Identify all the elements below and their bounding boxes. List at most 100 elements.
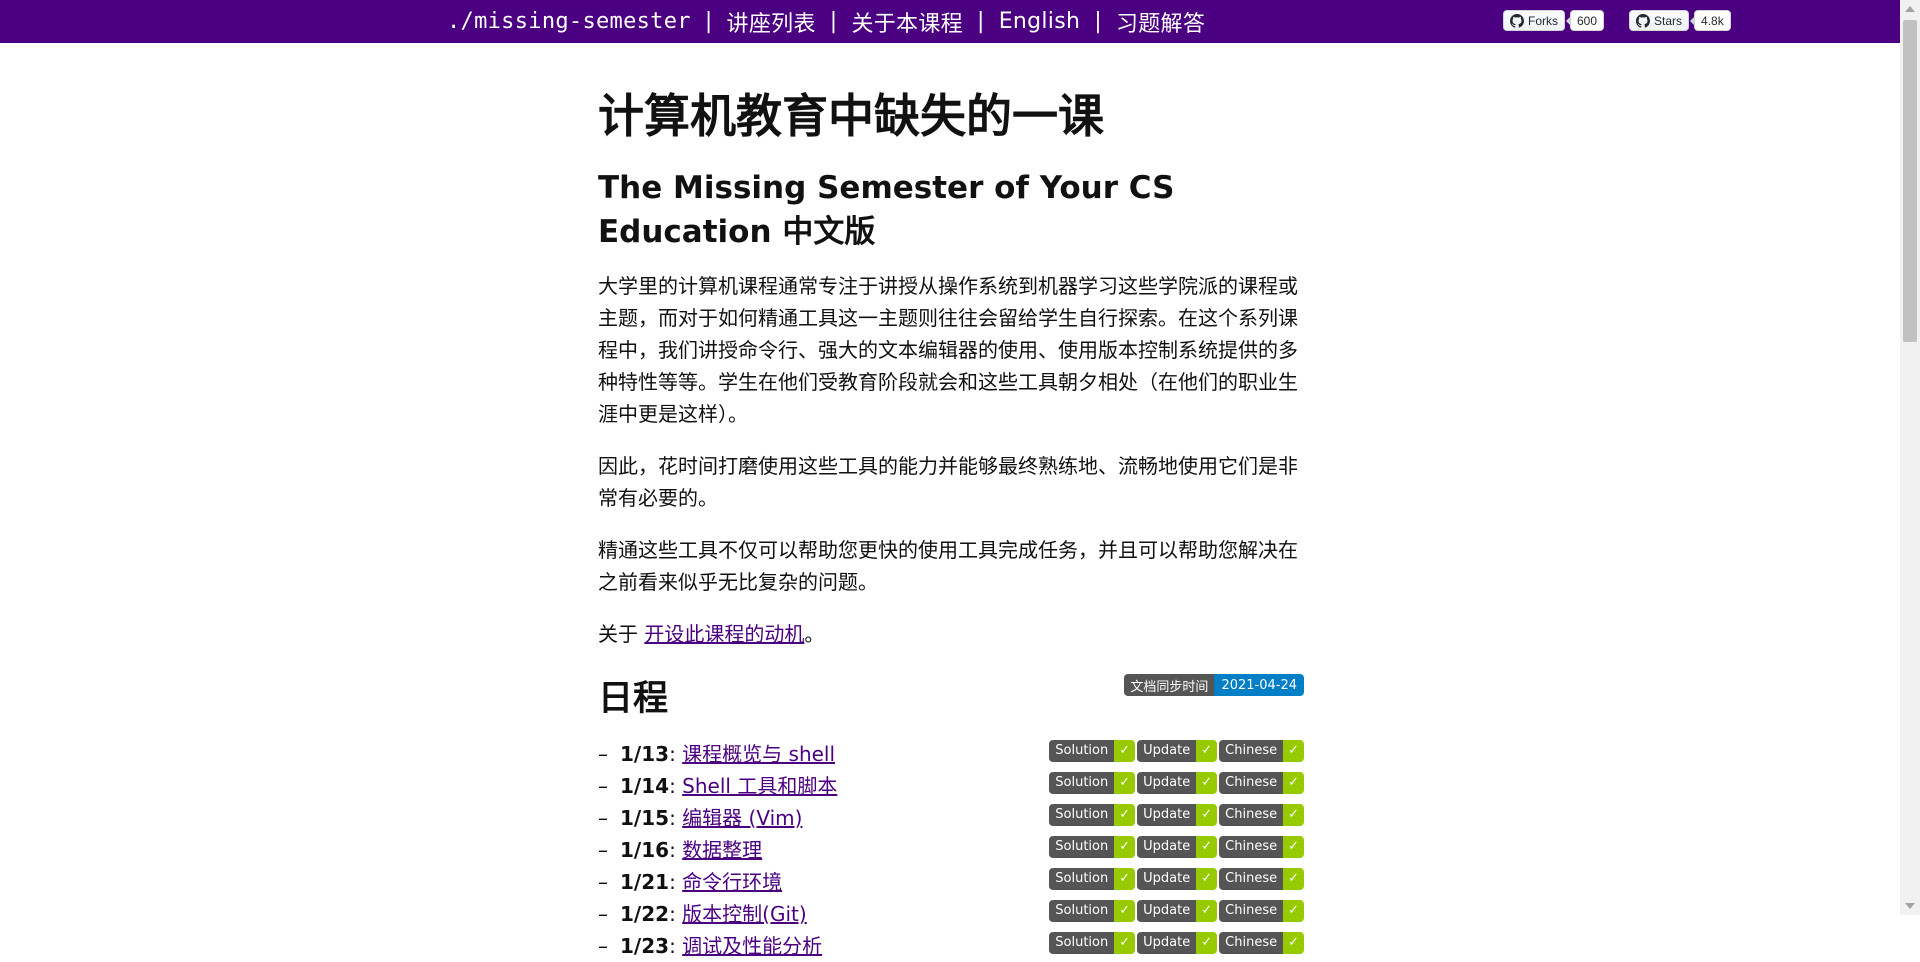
- check-icon: ✓: [1283, 804, 1304, 826]
- lecture-row: –1/13: 课程概览与 shell Solution ✓ Update ✓ Chines…: [598, 738, 1304, 770]
- lecture-date-separator: :: [669, 742, 683, 766]
- nav-lectures-link[interactable]: 讲座列表: [727, 6, 816, 38]
- check-icon: ✓: [1283, 868, 1304, 890]
- scroll-down-arrow-icon[interactable]: [1905, 903, 1915, 909]
- github-stars-widget: Stars 4.8k: [1629, 10, 1731, 31]
- lecture-date-separator: :: [669, 806, 683, 830]
- forks-count[interactable]: 600: [1565, 10, 1605, 31]
- badge-label: Update: [1137, 740, 1197, 762]
- badge-label: Solution: [1049, 804, 1115, 826]
- lecture-list: –1/13: 课程概览与 shell Solution ✓ Update ✓ Chines…: [598, 738, 1304, 962]
- status-badge-update[interactable]: Update ✓: [1137, 740, 1218, 762]
- status-badge-update[interactable]: Update ✓: [1137, 804, 1218, 826]
- status-badge-chinese[interactable]: Chinese ✓: [1219, 868, 1304, 890]
- status-badge-update[interactable]: Update ✓: [1137, 932, 1218, 954]
- lecture-link[interactable]: 数据整理: [682, 838, 762, 862]
- status-badge-chinese[interactable]: Chinese ✓: [1219, 836, 1304, 858]
- lecture-date-separator: :: [669, 870, 683, 894]
- lecture-date: 1/14: [620, 774, 670, 798]
- check-icon: ✓: [1196, 932, 1218, 954]
- sync-date-badge: 文档同步时间 2021-04-24: [1124, 674, 1304, 696]
- lecture-date-separator: :: [669, 902, 683, 926]
- badge-label: Update: [1137, 932, 1197, 954]
- status-badge-update[interactable]: Update ✓: [1137, 900, 1218, 922]
- lecture-link[interactable]: 命令行环境: [682, 870, 782, 894]
- nav-solutions-link[interactable]: 习题解答: [1116, 6, 1205, 38]
- badge-label: Update: [1137, 868, 1197, 890]
- lecture-link[interactable]: 编辑器 (Vim): [682, 806, 802, 830]
- badge-label: Chinese: [1219, 932, 1284, 954]
- check-icon: ✓: [1196, 804, 1218, 826]
- list-dash: –: [598, 838, 608, 862]
- check-icon: ✓: [1196, 900, 1218, 922]
- status-badge-solution[interactable]: Solution ✓: [1049, 804, 1136, 826]
- nav-separator: |: [976, 9, 985, 34]
- check-icon: ✓: [1283, 836, 1304, 858]
- status-badge-chinese[interactable]: Chinese ✓: [1219, 740, 1304, 762]
- github-forks-button[interactable]: Forks: [1503, 10, 1565, 31]
- lecture-link[interactable]: 版本控制(Git): [682, 902, 807, 926]
- status-badge-update[interactable]: Update ✓: [1137, 836, 1218, 858]
- intro-paragraph-1: 大学里的计算机课程通常专注于讲授从操作系统到机器学习这些学院派的课程或主题，而对…: [598, 274, 1298, 426]
- badge-label: Chinese: [1219, 868, 1284, 890]
- status-badge-solution[interactable]: Solution ✓: [1049, 868, 1136, 890]
- lecture-link[interactable]: Shell 工具和脚本: [682, 774, 837, 798]
- badge-label: Solution: [1049, 772, 1115, 794]
- status-badge-chinese[interactable]: Chinese ✓: [1219, 772, 1304, 794]
- nav-about-link[interactable]: 关于本课程: [851, 6, 963, 38]
- lecture-date: 1/22: [620, 902, 670, 926]
- main-content: 计算机教育中缺失的一课 The Missing Semester of Your…: [598, 80, 1304, 962]
- check-icon: ✓: [1114, 740, 1136, 762]
- list-dash: –: [598, 774, 608, 798]
- page-subtitle: The Missing Semester of Your CS Educatio…: [598, 170, 1175, 250]
- about-suffix: 。: [804, 622, 825, 646]
- list-dash: –: [598, 934, 608, 958]
- scroll-up-arrow-icon[interactable]: [1905, 6, 1915, 12]
- nav-separator: |: [704, 9, 713, 34]
- badge-label: Update: [1137, 900, 1197, 922]
- lecture-status-badges: Solution ✓ Update ✓ Chinese ✓: [1049, 836, 1304, 858]
- lecture-date: 1/15: [620, 806, 670, 830]
- lecture-date-separator: :: [669, 838, 683, 862]
- status-badge-update[interactable]: Update ✓: [1137, 772, 1218, 794]
- forks-label: Forks: [1528, 13, 1558, 28]
- check-icon: ✓: [1114, 932, 1136, 954]
- nav-english-link[interactable]: English: [999, 9, 1081, 34]
- badge-label: Update: [1137, 804, 1197, 826]
- github-stars-button[interactable]: Stars: [1629, 10, 1690, 31]
- nav-separator: |: [829, 9, 838, 34]
- vertical-scrollbar[interactable]: [1900, 0, 1920, 915]
- stars-label: Stars: [1654, 13, 1683, 28]
- status-badge-solution[interactable]: Solution ✓: [1049, 900, 1136, 922]
- status-badge-solution[interactable]: Solution ✓: [1049, 772, 1136, 794]
- check-icon: ✓: [1114, 804, 1136, 826]
- list-dash: –: [598, 806, 608, 830]
- about-paragraph: 关于 开设此课程的动机。: [598, 618, 1304, 650]
- check-icon: ✓: [1196, 836, 1218, 858]
- lecture-row: –1/16: 数据整理 Solution ✓ Update ✓ Chinese ✓: [598, 834, 1304, 866]
- stars-count[interactable]: 4.8k: [1690, 10, 1731, 31]
- lecture-link[interactable]: 课程概览与 shell: [682, 742, 835, 766]
- lecture-row: –1/21: 命令行环境 Solution ✓ Update ✓ Chinese ✓: [598, 866, 1304, 898]
- status-badge-chinese[interactable]: Chinese ✓: [1219, 932, 1304, 954]
- lecture-status-badges: Solution ✓ Update ✓ Chinese ✓: [1049, 868, 1304, 890]
- badge-label: Update: [1137, 772, 1197, 794]
- status-badge-solution[interactable]: Solution ✓: [1049, 836, 1136, 858]
- lecture-link[interactable]: 调试及性能分析: [682, 934, 822, 958]
- lecture-date: 1/13: [620, 742, 670, 766]
- nav-brand-link[interactable]: ./missing-semester: [447, 9, 691, 34]
- lecture-status-badges: Solution ✓ Update ✓ Chinese ✓: [1049, 900, 1304, 922]
- list-dash: –: [598, 902, 608, 926]
- badge-label: Solution: [1049, 932, 1115, 954]
- status-badge-solution[interactable]: Solution ✓: [1049, 932, 1136, 954]
- status-badge-solution[interactable]: Solution ✓: [1049, 740, 1136, 762]
- motivation-link[interactable]: 开设此课程的动机: [644, 622, 804, 646]
- scrollbar-thumb[interactable]: [1903, 20, 1917, 342]
- status-badge-chinese[interactable]: Chinese ✓: [1219, 900, 1304, 922]
- status-badge-update[interactable]: Update ✓: [1137, 868, 1218, 890]
- badge-label: Chinese: [1219, 740, 1284, 762]
- lecture-status-badges: Solution ✓ Update ✓ Chinese ✓: [1049, 740, 1304, 762]
- status-badge-chinese[interactable]: Chinese ✓: [1219, 804, 1304, 826]
- schedule-header: 日程 文档同步时间 2021-04-24: [598, 674, 1304, 724]
- check-icon: ✓: [1196, 868, 1218, 890]
